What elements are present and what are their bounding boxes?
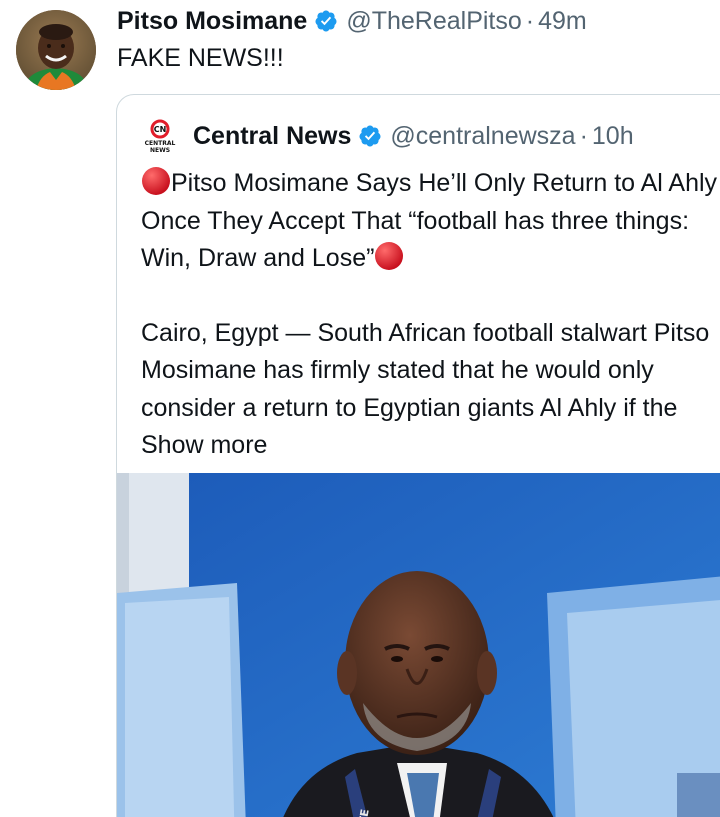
central-news-logo: CN CENTRAL NEWS bbox=[145, 119, 176, 153]
profile-photo-icon bbox=[16, 10, 96, 90]
red-circle-icon bbox=[375, 242, 404, 270]
news-photo-icon: ELITE ELITE bbox=[117, 473, 720, 817]
svg-text:CENTRAL: CENTRAL bbox=[145, 140, 176, 147]
tweet-text: FAKE NEWS!!! bbox=[117, 44, 284, 72]
quote-header: CN CENTRAL NEWS Central News @centralnew… bbox=[141, 119, 634, 153]
quote-timestamp[interactable]: 10h bbox=[592, 122, 634, 151]
author-handle[interactable]: @TheRealPitso bbox=[346, 7, 521, 36]
tweet-header: Pitso Mosimane @TheRealPitso · 49m bbox=[117, 4, 587, 38]
quoted-tweet[interactable]: CN CENTRAL NEWS Central News @centralnew… bbox=[116, 94, 720, 817]
body-text: Cairo, Egypt — South African football st… bbox=[141, 318, 710, 422]
headline-text: Pitso Mosimane Says He’ll Only Return to… bbox=[141, 169, 718, 272]
avatar[interactable] bbox=[16, 10, 96, 90]
news-photo[interactable]: ELITE ELITE bbox=[117, 473, 720, 817]
show-more-link[interactable]: Show more bbox=[141, 431, 267, 459]
quote-text: Pitso Mosimane Says He’ll Only Return to… bbox=[141, 165, 720, 465]
svg-text:CN: CN bbox=[154, 125, 167, 134]
tweet[interactable]: Pitso Mosimane @TheRealPitso · 49m FAKE … bbox=[0, 0, 720, 817]
quote-author-handle[interactable]: @centralnewsza bbox=[390, 122, 575, 151]
separator: · bbox=[579, 121, 588, 150]
timestamp[interactable]: 49m bbox=[538, 7, 587, 36]
quote-body: Cairo, Egypt — South African football st… bbox=[141, 315, 720, 465]
svg-text:NEWS: NEWS bbox=[150, 147, 170, 153]
quote-author-name[interactable]: Central News bbox=[193, 122, 351, 151]
quote-headline: Pitso Mosimane Says He’ll Only Return to… bbox=[141, 165, 720, 278]
verified-badge-icon bbox=[359, 125, 381, 147]
red-circle-icon bbox=[142, 167, 170, 195]
separator: · bbox=[525, 6, 535, 35]
verified-badge-icon bbox=[315, 10, 337, 32]
author-name[interactable]: Pitso Mosimane bbox=[117, 7, 307, 36]
